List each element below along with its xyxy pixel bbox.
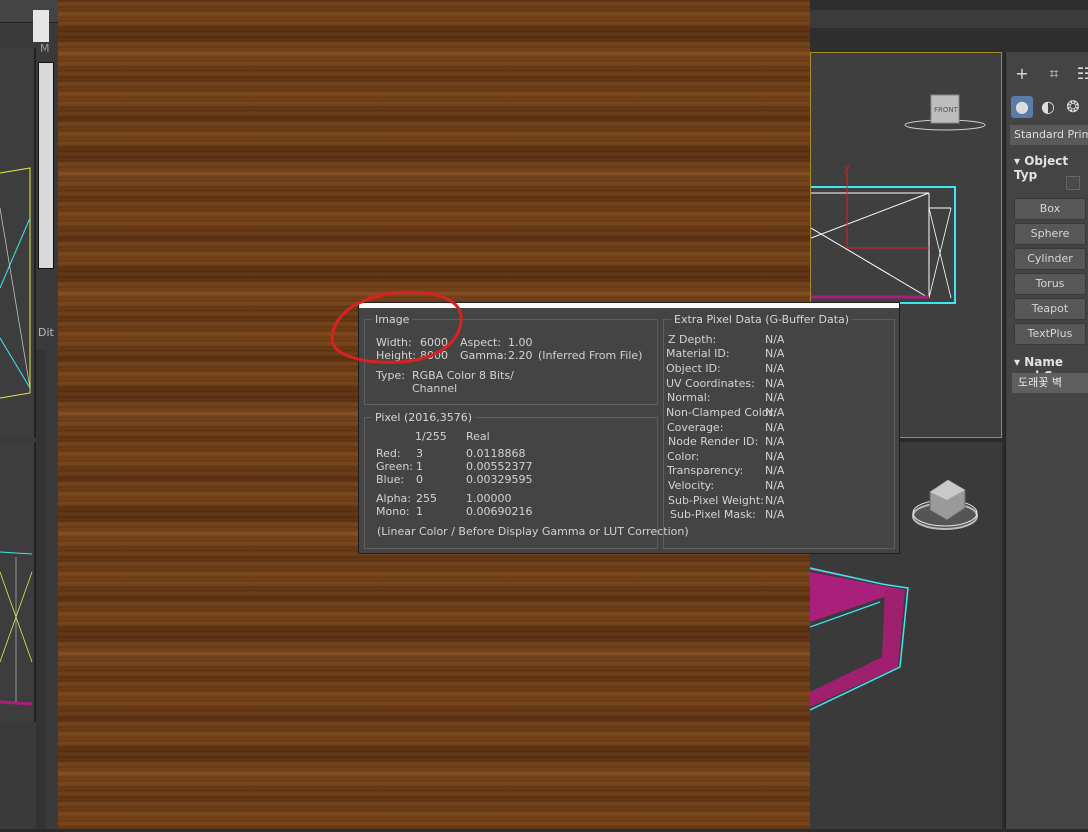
gbuffer-label: Coverage: bbox=[667, 421, 724, 434]
lights-icon[interactable]: ❂ bbox=[1062, 96, 1084, 118]
gbuffer-value: N/A bbox=[765, 494, 785, 507]
gbuffer-label: Non-Clamped Color: bbox=[666, 406, 777, 419]
gbuffer-value: N/A bbox=[765, 508, 785, 521]
axis-y-label: y bbox=[844, 164, 850, 174]
alpha-real: 1.00000 bbox=[466, 492, 512, 505]
green-real: 0.00552377 bbox=[466, 460, 533, 473]
rollout-arrow-icon: ▾ bbox=[1014, 154, 1021, 168]
red-real: 0.0118868 bbox=[466, 447, 526, 460]
autogrid-checkbox[interactable] bbox=[1066, 176, 1080, 190]
gamma-value: 2.20 bbox=[508, 349, 533, 362]
object-name-field[interactable]: 도래꽃 벽 bbox=[1012, 373, 1088, 393]
create-plus-icon[interactable]: + bbox=[1011, 63, 1033, 85]
left-scroll-column bbox=[36, 350, 46, 829]
gbuffer-label: Sub-Pixel Mask: bbox=[670, 508, 756, 521]
green-label: Green: bbox=[376, 460, 414, 473]
red-annotation-circle bbox=[330, 290, 463, 364]
col-255-header: 1/255 bbox=[415, 430, 447, 443]
gbuffer-legend: Extra Pixel Data (G-Buffer Data) bbox=[674, 313, 850, 326]
gbuffer-value: N/A bbox=[765, 479, 785, 492]
red-255: 3 bbox=[416, 447, 423, 460]
rollout-arrow-icon: ▾ bbox=[1014, 355, 1021, 369]
cylinder-button[interactable]: Cylinder bbox=[1014, 248, 1086, 270]
gbuffer-value: N/A bbox=[765, 333, 785, 346]
alpha-label: Alpha: bbox=[376, 492, 411, 505]
type-value-2: Channel bbox=[412, 382, 458, 395]
top-toolbar-strip bbox=[810, 0, 1088, 52]
gbuffer-value: N/A bbox=[765, 450, 785, 463]
left-toolbar bbox=[0, 0, 58, 23]
gamma-note: (Inferred From File) bbox=[538, 349, 643, 362]
left-viewport-strip: M Dit bbox=[0, 0, 58, 829]
mono-label: Mono: bbox=[376, 505, 410, 518]
gbuffer-label: Sub-Pixel Weight: bbox=[668, 494, 764, 507]
gbuffer-label: Z Depth: bbox=[668, 333, 717, 346]
left-wireframe-top bbox=[0, 167, 31, 399]
gbuffer-value: N/A bbox=[765, 421, 785, 434]
mono-255: 1 bbox=[416, 505, 423, 518]
blue-real: 0.00329595 bbox=[466, 473, 533, 486]
alpha-255: 255 bbox=[416, 492, 437, 505]
left-d-label: Dit bbox=[38, 326, 54, 339]
geometry-icon[interactable]: ● bbox=[1011, 96, 1033, 118]
left-wireframe-bottom bbox=[0, 551, 33, 706]
gbuffer-value: N/A bbox=[765, 464, 785, 477]
hierarchy-icon[interactable]: ☷ bbox=[1073, 63, 1088, 85]
linear-color-note: (Linear Color / Before Display Gamma or … bbox=[377, 525, 689, 538]
blue-255: 0 bbox=[416, 473, 423, 486]
teapot-button[interactable]: Teapot bbox=[1014, 298, 1086, 320]
gbuffer-value: N/A bbox=[765, 362, 785, 375]
red-label: Red: bbox=[376, 447, 401, 460]
sphere-button[interactable]: Sphere bbox=[1014, 223, 1086, 245]
col-real-header: Real bbox=[466, 430, 490, 443]
gbuffer-label: Object ID: bbox=[666, 362, 721, 375]
green-255: 1 bbox=[416, 460, 423, 473]
shapes-icon[interactable]: ◐ bbox=[1037, 96, 1059, 118]
gbuffer-value: N/A bbox=[765, 435, 785, 448]
modify-icon[interactable]: ⌗ bbox=[1043, 63, 1065, 85]
gbuffer-label: Transparency: bbox=[667, 464, 744, 477]
left-m-label: M bbox=[40, 42, 50, 55]
top-toolbar-bar bbox=[810, 10, 1088, 28]
left-viewport-top[interactable] bbox=[0, 48, 36, 438]
type-label: Type: bbox=[376, 369, 405, 382]
gbuffer-value: N/A bbox=[765, 406, 785, 419]
gbuffer-value: N/A bbox=[765, 347, 785, 360]
gbuffer-label: Color: bbox=[667, 450, 700, 463]
gbuffer-label: Normal: bbox=[667, 391, 711, 404]
type-value-1: RGBA Color 8 Bits/ bbox=[412, 369, 514, 382]
gbuffer-label: Material ID: bbox=[666, 347, 730, 360]
gbuffer-label: Node Render ID: bbox=[668, 435, 759, 448]
object-category-dropdown[interactable]: Standard Primiti bbox=[1010, 125, 1088, 145]
textplus-button[interactable]: TextPlus bbox=[1014, 323, 1086, 345]
left-viewport-bottom[interactable] bbox=[0, 442, 36, 722]
mono-real: 0.00690216 bbox=[466, 505, 533, 518]
pixel-legend: Pixel (2016,3576) bbox=[375, 411, 473, 424]
blue-label: Blue: bbox=[376, 473, 405, 486]
gbuffer-label: Velocity: bbox=[668, 479, 715, 492]
gbuffer-value: N/A bbox=[765, 377, 785, 390]
box-button[interactable]: Box bbox=[1014, 198, 1086, 220]
torus-button[interactable]: Torus bbox=[1014, 273, 1086, 295]
left-white-panel bbox=[38, 62, 54, 269]
left-tab[interactable] bbox=[33, 10, 49, 42]
gbuffer-value: N/A bbox=[765, 391, 785, 404]
front-cube-label: FRONT bbox=[934, 106, 959, 114]
gbuffer-label: UV Coordinates: bbox=[666, 377, 755, 390]
aspect-value: 1.00 bbox=[508, 336, 533, 349]
object-type-title: Object Typ bbox=[1014, 154, 1069, 182]
